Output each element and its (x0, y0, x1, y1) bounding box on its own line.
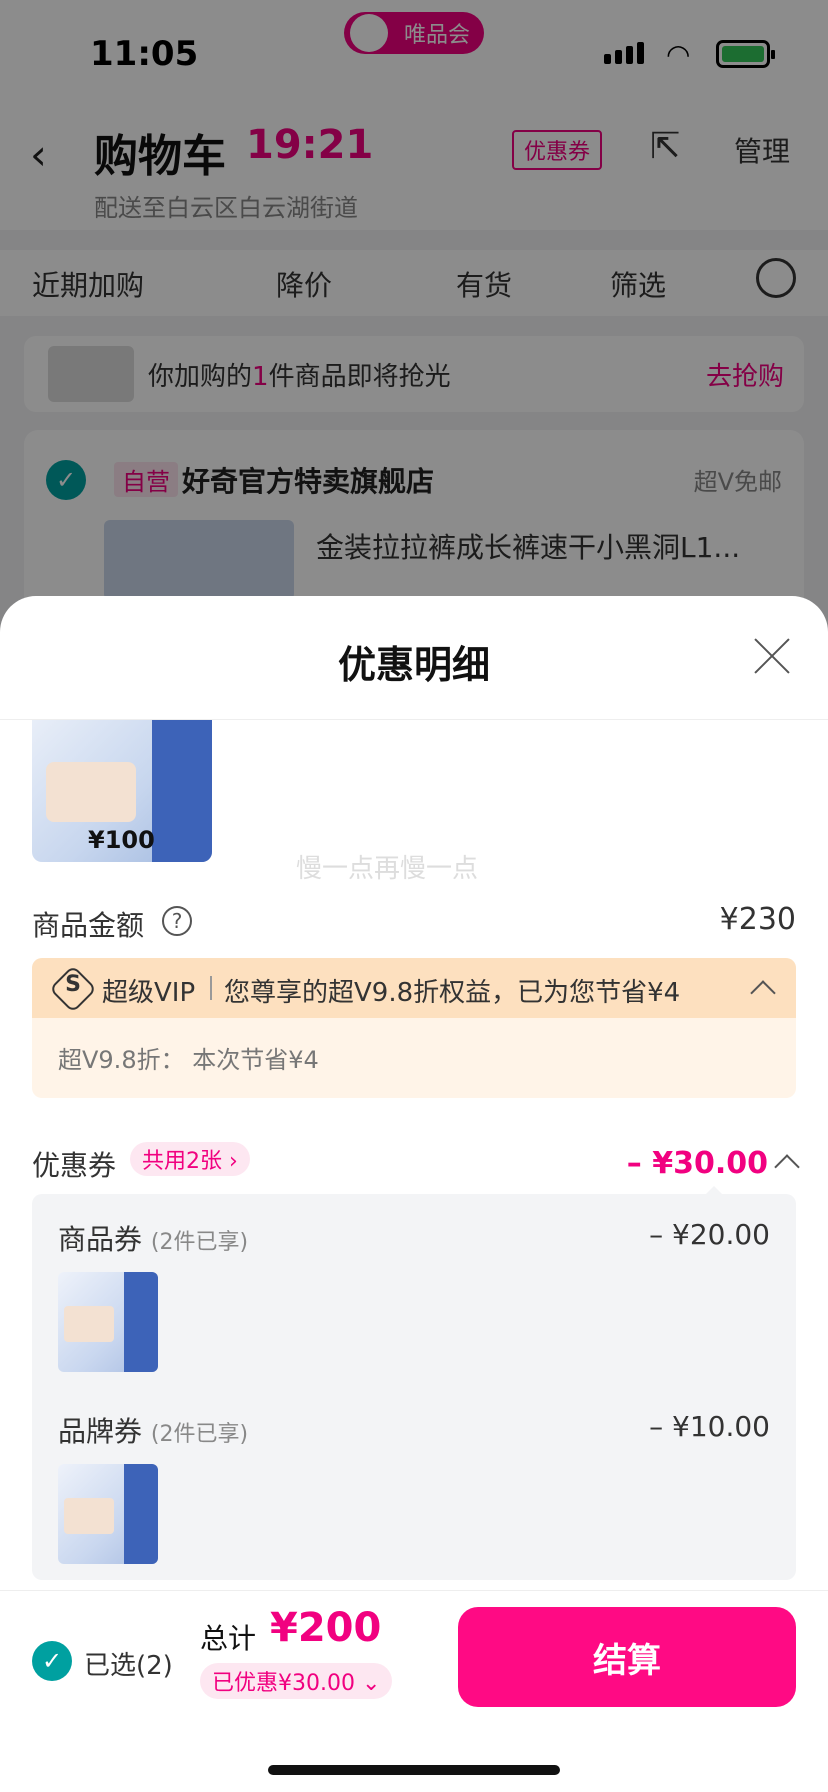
vip-detail: 超V9.8折： 本次节省¥4 (58, 1046, 319, 1074)
home-indicator (268, 1765, 560, 1775)
product-price: ¥100 (88, 826, 155, 854)
coupon-item-amount: – ¥10.00 (649, 1410, 770, 1443)
selected-count[interactable]: 已选(2) (84, 1645, 173, 1682)
discount-summary-pill[interactable]: 已优惠¥30.00 ⌄ (200, 1663, 393, 1699)
goods-amount-value: ¥230 (719, 902, 796, 937)
vip-benefit-box: S 超级VIP 您尊享的超V9.8折权益，已为您节省¥4 超V9.8折： 本次节… (32, 958, 796, 1098)
chevron-up-icon[interactable] (750, 980, 776, 1006)
goods-amount-label: 商品金额 (32, 909, 145, 942)
coupon-product-thumb (58, 1464, 158, 1564)
coupon-item-label: 品牌券 (2件已享) (58, 1415, 249, 1448)
total-label: 总计 (200, 1622, 257, 1655)
watermark-text: 慢一点再慢一点 (296, 854, 479, 884)
coupon-share-tag[interactable]: 共用2张 › (130, 1142, 250, 1176)
select-all-check-icon[interactable]: ✓ (32, 1641, 72, 1681)
coupon-item-label: 商品券 (2件已享) (58, 1223, 249, 1256)
coupon-chevron-up-icon[interactable] (774, 1154, 800, 1180)
vip-message: 您尊享的超V9.8折权益，已为您节省¥4 (224, 978, 681, 1008)
coupon-item-amount: – ¥20.00 (649, 1218, 770, 1251)
vip-label: 超级VIP (102, 978, 196, 1008)
close-icon[interactable] (752, 636, 792, 676)
sheet-title: 优惠明细 (337, 643, 490, 687)
coupon-label: 优惠券 (32, 1149, 117, 1182)
coupon-product-thumb (58, 1272, 158, 1372)
sheet-header: 优惠明细 (0, 596, 828, 720)
product-image: ¥100 (32, 720, 212, 862)
checkout-bar: ✓ 已选(2) 总计 ¥200 已优惠¥30.00 ⌄ 结算 (0, 1590, 828, 1792)
checkout-button[interactable]: 结算 (458, 1607, 796, 1707)
total-value: ¥200 (270, 1605, 382, 1651)
coupon-detail-box: 商品券 (2件已享) – ¥20.00 品牌券 (2件已享) – ¥10.00 (32, 1194, 796, 1580)
vip-benefit-header[interactable]: S 超级VIP 您尊享的超V9.8折权益，已为您节省¥4 (32, 958, 796, 1018)
coupon-total: – ¥30.00 (626, 1146, 768, 1181)
help-icon[interactable]: ? (162, 906, 192, 936)
